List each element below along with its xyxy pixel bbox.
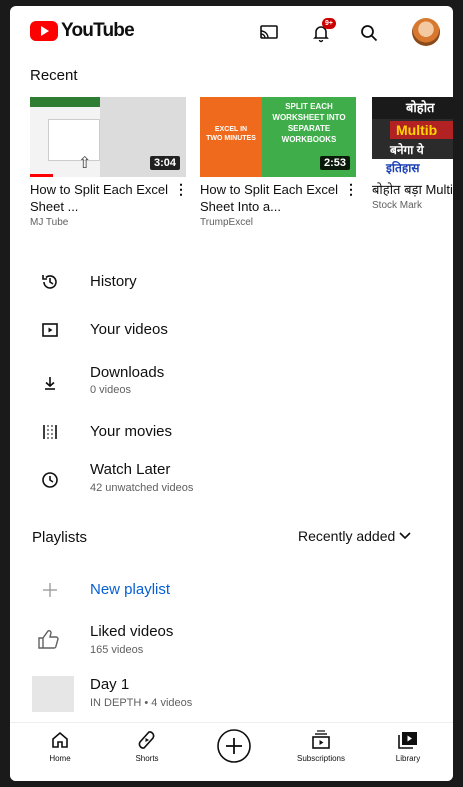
playlist-day-1[interactable]: Day 1 IN DEPTH • 4 videos: [10, 673, 453, 717]
library-screen: YouTube 9+ Recent ⇧ 3:04 How to Split Ea…: [10, 6, 453, 781]
recent-video-card[interactable]: बोहोत Multib बनेगा ये इतिहास बोहोत बड़ा …: [372, 97, 453, 211]
menu-sublabel: 42 unwatched videos: [90, 482, 194, 494]
play-box-icon: [38, 318, 62, 342]
film-icon: [38, 420, 62, 444]
create-plus-icon: [217, 729, 251, 763]
recent-heading: Recent: [30, 67, 78, 84]
more-options-icon[interactable]: ⋮: [344, 181, 358, 198]
cast-icon[interactable]: [256, 20, 282, 46]
nav-label: Library: [395, 754, 421, 763]
home-icon: [52, 731, 68, 748]
menu-sublabel: 0 videos: [90, 384, 131, 396]
playlist-thumb: [32, 676, 74, 712]
sort-label: Recently added: [298, 528, 396, 544]
recent-video-card[interactable]: EXCEL IN TWO MINUTES SPLIT EACH WORKSHEE…: [200, 97, 358, 228]
video-title[interactable]: How to Split Each Excel Sheet ...: [30, 181, 170, 215]
playlist-count: IN DEPTH • 4 videos: [90, 697, 193, 709]
nav-create[interactable]: [204, 728, 264, 764]
menu-item-history[interactable]: History: [10, 260, 453, 304]
library-icon: [398, 732, 417, 749]
video-thumbnail[interactable]: बोहोत Multib बनेगा ये इतिहास: [372, 97, 453, 177]
youtube-play-icon: [30, 21, 58, 41]
menu-item-watch-later[interactable]: Watch Later 42 unwatched videos: [10, 458, 453, 502]
thumb-text: बनेगा ये: [390, 143, 424, 157]
cursor-icon: ⇧: [78, 155, 92, 172]
menu-label: Your videos: [90, 321, 168, 338]
playlist-liked-videos[interactable]: Liked videos 165 videos: [10, 619, 453, 663]
thumbs-up-icon: [36, 627, 60, 651]
subscriptions-icon: [312, 730, 330, 749]
new-playlist-button[interactable]: New playlist: [10, 568, 453, 612]
watch-progress-bar: [30, 174, 54, 177]
menu-label: History: [90, 273, 137, 290]
video-thumbnail[interactable]: EXCEL IN TWO MINUTES SPLIT EACH WORKSHEE…: [200, 97, 356, 177]
video-duration: 2:53: [319, 156, 350, 170]
shorts-icon: [138, 731, 155, 749]
bottom-navigation: Home Shorts Subscriptions Library: [10, 722, 453, 781]
menu-label: Watch Later: [90, 461, 171, 478]
nav-label: Shorts: [135, 754, 159, 763]
new-playlist-label: New playlist: [90, 581, 171, 598]
thumb-text: EXCEL IN TWO MINUTES: [206, 126, 256, 142]
playlist-count: 165 videos: [90, 644, 144, 656]
thumb-text: Multib: [390, 121, 453, 139]
thumb-text: SPLIT EACH WORKSHEET INTO SEPARATE WORKB…: [272, 102, 346, 144]
video-duration: 3:04: [149, 156, 180, 170]
thumb-text: इतिहास: [372, 159, 453, 177]
sort-playlists-button[interactable]: Recently added: [298, 528, 411, 544]
download-icon: [38, 371, 62, 395]
playlist-title: Liked videos: [90, 623, 174, 640]
nav-home[interactable]: Home: [30, 729, 90, 763]
top-app-bar: YouTube 9+: [10, 6, 453, 58]
nav-library[interactable]: Library: [378, 729, 438, 763]
notification-badge: 9+: [322, 18, 336, 29]
nav-shorts[interactable]: Shorts: [117, 729, 177, 763]
thumb-text: बोहोत: [372, 97, 453, 119]
video-channel: Stock Mark: [372, 200, 423, 211]
nav-label: Subscriptions: [296, 754, 346, 763]
playlist-title: Day 1: [90, 676, 130, 693]
menu-item-your-movies[interactable]: Your movies: [10, 410, 453, 454]
video-channel: TrumpExcel: [200, 217, 253, 228]
menu-label: Downloads: [90, 364, 165, 381]
more-options-icon[interactable]: ⋮: [174, 181, 188, 198]
video-title[interactable]: How to Split Each Excel Sheet Into a...: [200, 181, 340, 215]
menu-item-downloads[interactable]: Downloads 0 videos: [10, 361, 453, 405]
bell-icon[interactable]: 9+: [308, 18, 336, 46]
video-thumbnail[interactable]: ⇧ 3:04: [30, 97, 186, 177]
nav-label: Home: [49, 754, 71, 763]
logo-text: YouTube: [61, 20, 135, 41]
video-title[interactable]: बोहोत बड़ा Multibagger: [372, 181, 453, 198]
recent-video-card[interactable]: ⇧ 3:04 How to Split Each Excel Sheet ...…: [30, 97, 188, 228]
youtube-logo[interactable]: YouTube: [30, 20, 135, 42]
nav-subscriptions[interactable]: Subscriptions: [291, 729, 351, 763]
playlists-heading: Playlists: [32, 529, 88, 546]
chevron-down-icon: [399, 532, 411, 540]
avatar[interactable]: [412, 18, 440, 46]
video-channel: MJ Tube: [30, 217, 69, 228]
history-icon: [38, 270, 62, 294]
clock-icon: [38, 468, 62, 492]
menu-item-your-videos[interactable]: Your videos: [10, 308, 453, 352]
menu-label: Your movies: [90, 423, 172, 440]
plus-icon: [38, 578, 62, 602]
recent-videos-carousel[interactable]: ⇧ 3:04 How to Split Each Excel Sheet ...…: [30, 97, 453, 237]
search-icon[interactable]: [356, 20, 382, 46]
